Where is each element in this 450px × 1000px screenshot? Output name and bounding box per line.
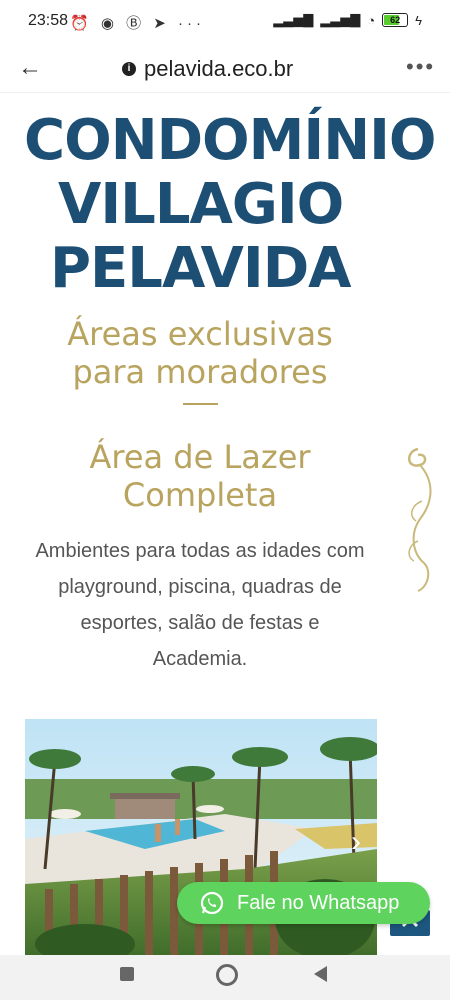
description-line: Academia.: [152, 648, 248, 670]
url-text[interactable]: pelavida.eco.br: [144, 56, 293, 82]
whatsapp-icon: [200, 891, 224, 915]
description-line: esportes, salão de festas e: [80, 612, 320, 634]
title-line: PELAVIDA: [50, 236, 352, 301]
back-arrow-icon[interactable]: ←: [16, 54, 44, 82]
recent-apps-icon[interactable]: [120, 967, 134, 981]
more-options-icon[interactable]: •••: [406, 54, 434, 82]
section-description: Ambientes para todas as idades com playg…: [20, 533, 380, 677]
notification-icons: ⏰ ◉ Ⓑ ➤ ···: [70, 15, 205, 32]
subtitle-line: Áreas exclusivas: [67, 315, 333, 353]
web-page: CONDOMÍNIO VILLAGIO PELAVIDA Áreas exclu…: [0, 93, 450, 955]
description-line: Ambientes para todas as idades com: [35, 540, 365, 562]
system-nav-bar: [0, 955, 450, 1000]
title-line: CONDOMÍNIO: [24, 108, 437, 173]
subtitle-line: para moradores: [72, 353, 328, 391]
battery-level: 62: [390, 15, 401, 25]
browser-toolbar: ← i pelavida.eco.br •••: [0, 46, 450, 93]
divider: [183, 403, 218, 405]
section-heading: Área de Lazer Completa: [0, 438, 400, 514]
battery-icon: 62: [382, 13, 409, 27]
status-right: ▂▃▅▇ ▂▃▅▇ ◔ 62 ϟ: [273, 12, 422, 28]
charging-icon: ϟ: [415, 12, 422, 28]
carousel-next-icon[interactable]: ›: [351, 827, 361, 857]
signal-icon-2: ▂▃▅▇: [320, 12, 361, 27]
title-line: VILLAGIO: [58, 172, 344, 237]
status-time: 23:58: [28, 12, 69, 29]
whatsapp-label: Fale no Whatsapp: [237, 891, 400, 914]
whatsapp-button[interactable]: Fale no Whatsapp: [177, 882, 430, 924]
address-bar[interactable]: i pelavida.eco.br: [122, 56, 293, 82]
info-icon[interactable]: i: [122, 62, 136, 76]
section-heading-line: Completa: [122, 476, 278, 514]
ornament-icon: [408, 447, 432, 592]
back-triangle-icon[interactable]: [314, 966, 327, 982]
section-heading-line: Área de Lazer: [89, 438, 311, 476]
description-line: playground, piscina, quadras de: [58, 576, 342, 598]
status-bar: 23:58 ⏰ ◉ Ⓑ ➤ ··· ▂▃▅▇ ▂▃▅▇ ◔ 62 ϟ: [0, 0, 450, 46]
wifi-icon: ◔: [367, 12, 376, 28]
subtitle: Áreas exclusivas para moradores: [0, 315, 400, 391]
page-title: CONDOMÍNIO VILLAGIO PELAVIDA: [24, 109, 450, 301]
home-icon[interactable]: [216, 964, 238, 986]
signal-icon: ▂▃▅▇: [273, 12, 314, 27]
